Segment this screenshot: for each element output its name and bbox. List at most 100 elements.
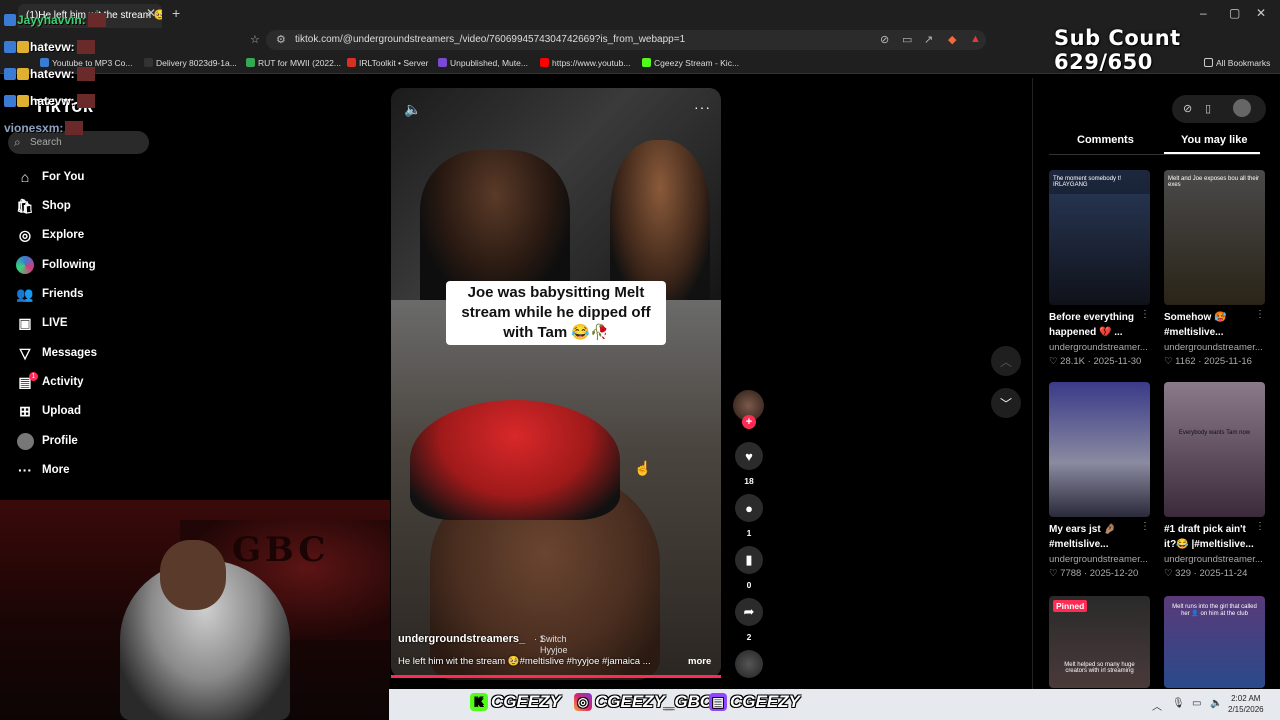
share-button[interactable]: ➦ — [735, 598, 763, 626]
volume-icon[interactable]: 🔈 — [404, 101, 421, 118]
chat-message: Jayyhavvin: — [4, 13, 106, 27]
card-title[interactable]: Before everything — [1049, 310, 1149, 325]
bookmark-item[interactable]: https://www.youtub... — [540, 58, 630, 68]
recommended-thumbnail[interactable] — [1049, 382, 1150, 517]
card-title-line2[interactable]: #meltislive... — [1049, 537, 1149, 552]
bookmark-item[interactable]: IRLToolkit • Server — [347, 58, 428, 68]
tab-comments[interactable]: Comments — [1077, 134, 1134, 146]
bookmark-favicon-icon — [144, 58, 153, 67]
card-options-icon[interactable]: ⋮ — [1255, 521, 1265, 532]
site-info-icon[interactable]: ⚙ — [276, 33, 286, 46]
video-author[interactable]: undergroundstreamers_ — [398, 633, 525, 645]
minimize-icon[interactable]: – — [1200, 6, 1207, 20]
bookmark-item[interactable]: Unpublished, Mute... — [438, 58, 528, 68]
bookmark-star-icon[interactable]: ☆ — [250, 33, 260, 46]
network-icon[interactable]: ▭ — [1192, 698, 1201, 709]
twitch-handle: ▤ CGEEZY — [709, 692, 800, 712]
thumbnail-text: Everybody wants Tam now — [1178, 430, 1251, 436]
volume-tray-icon[interactable]: 🔈 — [1210, 698, 1222, 709]
card-title-line2[interactable]: it?😂 |#meltislive... — [1164, 537, 1264, 552]
comment-button[interactable]: ● — [735, 494, 763, 522]
card-options-icon[interactable]: ⋮ — [1140, 521, 1150, 532]
tab-you-may-like[interactable]: You may like — [1181, 134, 1247, 146]
sidebar-item-profile[interactable]: Profile — [16, 432, 78, 450]
device-icon[interactable]: ▯ — [1205, 102, 1211, 115]
thumbnail-text: The moment somebody t! IRLAYGANG — [1049, 170, 1150, 194]
recommended-thumbnail[interactable]: Everybody wants Tam now — [1164, 382, 1265, 517]
sidebar-item-live[interactable]: ▣ LIVE — [16, 314, 67, 332]
bookmark-item[interactable]: RUT for MWII (2022... — [246, 58, 341, 68]
microphone-icon[interactable]: 🎙 — [1172, 698, 1185, 709]
sidebar-item-activity[interactable]: ▤ Activity — [16, 373, 83, 391]
card-options-icon[interactable]: ⋮ — [1255, 309, 1265, 320]
messages-icon: ▽ — [19, 344, 31, 361]
sidebar-item-messages[interactable]: ▽ Messages — [16, 344, 97, 362]
save-button[interactable]: ▮ — [735, 546, 763, 574]
sidebar-item-shop[interactable]: 🛍 Shop — [16, 197, 71, 215]
heart-outline-icon: ♡ — [1049, 568, 1061, 579]
card-title[interactable]: My ears jst 🤌🏽 — [1049, 522, 1149, 537]
bookmark-item[interactable]: Cgeezy Stream - Kic... — [642, 58, 739, 68]
tracking-icon[interactable]: ⊘ — [880, 33, 889, 46]
card-author[interactable]: undergroundstreamer... — [1164, 342, 1265, 353]
coins-icon[interactable]: ⊘ — [1183, 102, 1192, 115]
chevron-up-icon: ︿ — [999, 354, 1012, 369]
taskbar-clock[interactable]: 2:02 AM 2/15/2026 — [1228, 693, 1264, 715]
card-author[interactable]: undergroundstreamer... — [1164, 554, 1265, 565]
bookmark-favicon-icon — [642, 58, 651, 67]
heart-outline-icon: ♡ — [1164, 568, 1176, 579]
video-options-icon[interactable]: ··· — [694, 99, 711, 115]
chat-message: hatevw: — [4, 40, 95, 54]
video-person-right — [610, 140, 710, 300]
video-progress-bar[interactable] — [391, 675, 721, 678]
sidebar-item-upload[interactable]: ⊞ Upload — [16, 402, 81, 420]
like-button[interactable]: ♥ — [735, 442, 763, 470]
pinned-badge: Pinned — [1053, 600, 1088, 612]
card-title-line2[interactable]: happened 💔 ... — [1049, 325, 1149, 340]
following-icon — [16, 256, 34, 274]
chat-emote-icon — [65, 121, 84, 135]
sidebar-item-more[interactable]: ··· More — [16, 461, 69, 479]
rewards-icon[interactable]: ▲ — [970, 33, 981, 45]
recommended-thumbnail[interactable]: Melt runs into the girl that called her … — [1164, 596, 1265, 688]
chat-message: hatevw: — [4, 94, 95, 108]
user-avatar[interactable] — [1233, 99, 1251, 117]
window-close-icon[interactable]: ✕ — [1256, 6, 1266, 20]
compass-icon: ◎ — [18, 226, 32, 243]
home-icon: ⌂ — [20, 169, 30, 185]
tray-chevron-icon[interactable]: ︿ — [1152, 698, 1162, 713]
heart-outline-icon: ♡ — [1164, 356, 1176, 367]
follow-plus-icon[interactable]: + — [742, 415, 756, 429]
bookmark-icon: ▮ — [745, 552, 753, 567]
share-icon[interactable]: ↗ — [924, 33, 933, 46]
share-count: 2 — [746, 632, 752, 642]
maximize-icon[interactable]: ▢ — [1229, 6, 1240, 20]
card-title[interactable]: #1 draft pick ain't — [1164, 522, 1264, 537]
previous-video-button[interactable]: ︿ — [991, 346, 1021, 376]
brave-shield-icon[interactable]: ◆ — [948, 33, 956, 46]
instagram-icon: ◎ — [574, 693, 592, 711]
card-author[interactable]: undergroundstreamer... — [1049, 342, 1150, 353]
new-tab-button[interactable]: + — [172, 5, 180, 21]
webcam-wall-sign: GBC — [232, 530, 330, 570]
next-video-button[interactable]: ﹀ — [991, 388, 1021, 418]
heart-icon: ♥ — [745, 448, 753, 464]
video-stream-overlay-text: Switch Hyyjoe — [540, 634, 568, 655]
card-options-icon[interactable]: ⋮ — [1140, 309, 1150, 320]
music-disc-icon[interactable] — [735, 650, 763, 678]
card-title-line2[interactable]: #meltislive... — [1164, 325, 1264, 340]
sidebar-item-for-you[interactable]: ⌂ For You — [16, 168, 85, 186]
bookmark-item[interactable]: Delivery 8023d9-1a... — [144, 58, 237, 68]
card-title[interactable]: Somehow 🥵 — [1164, 310, 1264, 325]
recommended-thumbnail[interactable]: Melt and Joe exposes bou all their exes — [1164, 170, 1265, 305]
bookmark-favicon-icon — [246, 58, 255, 67]
card-author[interactable]: undergroundstreamer... — [1049, 554, 1150, 565]
description-more-link[interactable]: more — [688, 656, 711, 667]
close-tab-icon[interactable]: ✕ — [146, 6, 156, 20]
upload-icon: ⊞ — [19, 402, 31, 419]
sidebar-item-explore[interactable]: ◎ Explore — [16, 226, 84, 244]
sidebar-item-friends[interactable]: 👥 Friends — [16, 285, 83, 303]
sidebar-item-following[interactable]: Following — [16, 256, 96, 274]
recommended-thumbnail[interactable]: The moment somebody t! IRLAYGANG — [1049, 170, 1150, 305]
screen-icon[interactable]: ▭ — [902, 33, 912, 46]
